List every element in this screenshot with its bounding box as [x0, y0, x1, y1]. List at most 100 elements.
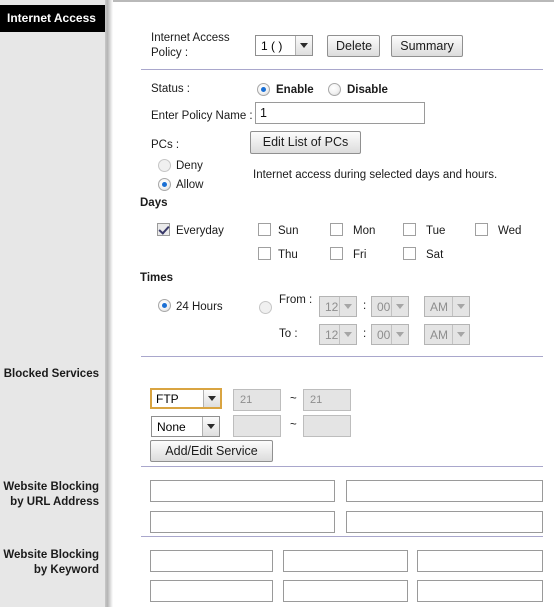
chevron-down-icon	[339, 297, 356, 316]
pcs-allow-label: Allow	[176, 179, 204, 191]
chevron-down-icon	[202, 417, 219, 436]
day-sat-label: Sat	[426, 249, 444, 261]
sidebar-divider	[105, 0, 113, 607]
chevron-down-icon	[295, 36, 312, 55]
pcs-allow-radio[interactable]	[158, 178, 171, 191]
policy-label-line1: Internet Access	[151, 32, 230, 44]
content-top-rule	[113, 0, 554, 2]
from-colon: :	[363, 300, 367, 312]
chevron-down-icon	[203, 390, 220, 407]
from-minute-value: 00	[377, 299, 391, 314]
status-disable-label: Disable	[347, 84, 388, 96]
sidebar-label-blocked-services: Blocked Services	[0, 367, 99, 382]
day-wed-checkbox[interactable]	[475, 223, 488, 236]
to-minute-select[interactable]: 00	[371, 324, 409, 345]
to-hour-select[interactable]: 12	[319, 324, 357, 345]
times-heading: Times	[140, 272, 174, 284]
from-hour-value: 12	[325, 299, 339, 314]
day-tue-checkbox[interactable]	[403, 223, 416, 236]
policy-select[interactable]: 1 ( )	[255, 35, 313, 56]
status-disable-radio[interactable]	[328, 83, 341, 96]
pcs-deny-label: Deny	[176, 160, 203, 172]
day-sun-label: Sun	[278, 225, 299, 237]
sidebar-label-website-keyword-line1: Website Blocking	[3, 549, 99, 561]
day-sat-checkbox[interactable]	[403, 247, 416, 260]
chevron-down-icon	[339, 325, 356, 344]
sidebar-label-website-keyword-line2: by Keyword	[33, 564, 99, 576]
policy-name-input[interactable]: 1	[255, 102, 425, 124]
to-minute-value: 00	[377, 327, 391, 342]
add-edit-service-button[interactable]: Add/Edit Service	[150, 440, 273, 462]
times-range-radio[interactable]	[259, 301, 272, 314]
to-meridiem-select[interactable]: AM	[424, 324, 470, 345]
internet-access-page: Internet Access Blocked Services Website…	[0, 0, 554, 607]
keyword-input-2[interactable]	[283, 550, 408, 572]
divider-policy	[141, 69, 543, 70]
day-mon-label: Mon	[353, 225, 376, 237]
edit-list-of-pcs-button[interactable]: Edit List of PCs	[250, 131, 361, 154]
content-panel: Internet Access Policy : 1 ( ) Delete Su…	[113, 0, 554, 607]
chevron-down-icon	[452, 325, 469, 344]
blocked-port-end-1[interactable]: 21	[303, 389, 351, 411]
day-tue-label: Tue	[426, 225, 446, 237]
url-input-4[interactable]	[346, 511, 543, 533]
from-meridiem-value: AM	[430, 299, 448, 314]
from-meridiem-select[interactable]: AM	[424, 296, 470, 317]
day-wed-label: Wed	[498, 225, 522, 237]
blocked-port-start-1[interactable]: 21	[233, 389, 281, 411]
blocked-port-tilde-1: ~	[290, 393, 297, 405]
pcs-deny-radio[interactable]	[158, 159, 171, 172]
days-heading: Days	[140, 197, 168, 209]
policy-name-label: Enter Policy Name :	[151, 110, 253, 122]
times-from-label: From :	[279, 294, 313, 306]
day-fri-checkbox[interactable]	[330, 247, 343, 260]
keyword-input-4[interactable]	[150, 580, 273, 602]
keyword-input-3[interactable]	[417, 550, 543, 572]
day-mon-checkbox[interactable]	[330, 223, 343, 236]
keyword-input-1[interactable]	[150, 550, 273, 572]
sidebar-title: Internet Access	[0, 5, 105, 32]
chevron-down-icon	[391, 325, 408, 344]
day-thu-checkbox[interactable]	[258, 247, 271, 260]
day-everyday-checkbox[interactable]	[157, 223, 170, 236]
url-input-2[interactable]	[346, 480, 543, 502]
blocked-service-select-2[interactable]: None	[151, 416, 220, 437]
chevron-down-icon	[452, 297, 469, 316]
divider-blocked-services	[141, 466, 543, 467]
pcs-label: PCs :	[151, 139, 180, 151]
to-hour-value: 12	[325, 327, 339, 342]
day-everyday-label: Everyday	[176, 225, 224, 237]
day-fri-label: Fri	[353, 249, 367, 261]
from-minute-select[interactable]: 00	[371, 296, 409, 317]
times-to-label: To :	[279, 328, 298, 340]
chevron-down-icon	[391, 297, 408, 316]
divider-times	[141, 356, 543, 357]
delete-button[interactable]: Delete	[327, 35, 380, 57]
sidebar-label-website-keyword: Website Blocking by Keyword	[0, 548, 99, 578]
day-thu-label: Thu	[278, 249, 298, 261]
keyword-input-6[interactable]	[417, 580, 543, 602]
blocked-service-value-2: None	[157, 419, 186, 434]
sidebar-label-blocked-services-line1: Blocked Services	[3, 368, 99, 380]
pcs-note: Internet access during selected days and…	[253, 169, 498, 181]
from-hour-select[interactable]: 12	[319, 296, 357, 317]
blocked-port-start-2[interactable]	[233, 415, 281, 437]
policy-select-value: 1 ( )	[261, 38, 283, 53]
times-24hours-label: 24 Hours	[176, 301, 223, 313]
sidebar-label-website-url-line2: by URL Address	[10, 496, 99, 508]
blocked-service-value-1: FTP	[156, 391, 179, 406]
summary-button[interactable]: Summary	[391, 35, 463, 57]
status-enable-radio[interactable]	[257, 83, 270, 96]
divider-url-blocking	[141, 536, 543, 537]
url-input-3[interactable]	[150, 511, 335, 533]
status-enable-label: Enable	[276, 84, 314, 96]
blocked-service-select-1[interactable]: FTP	[150, 388, 222, 409]
sidebar-label-website-url: Website Blocking by URL Address	[0, 480, 99, 510]
day-sun-checkbox[interactable]	[258, 223, 271, 236]
blocked-port-end-2[interactable]	[303, 415, 351, 437]
to-meridiem-value: AM	[430, 327, 448, 342]
keyword-input-5[interactable]	[283, 580, 408, 602]
policy-label-line2: Policy :	[151, 47, 189, 59]
times-24hours-radio[interactable]	[158, 299, 171, 312]
url-input-1[interactable]	[150, 480, 335, 502]
